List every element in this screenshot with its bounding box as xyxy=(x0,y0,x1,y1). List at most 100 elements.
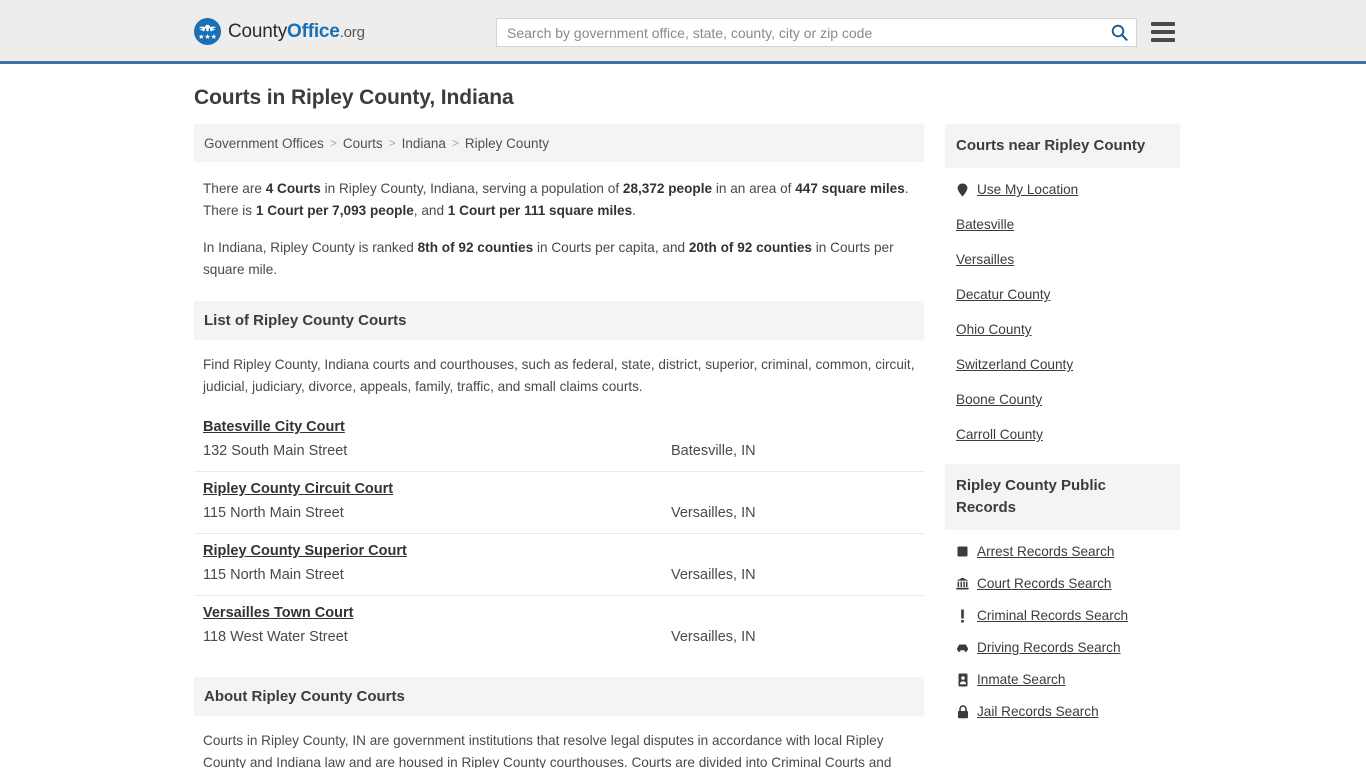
main-column: Government Offices > Courts > Indiana > … xyxy=(194,124,924,768)
exclamation-icon xyxy=(956,608,969,623)
sidebar-item-switzerland-county[interactable]: Switzerland County xyxy=(956,357,1169,372)
court-detail: 115 North Main Street Versailles, IN xyxy=(203,567,915,583)
site-logo[interactable]: ★★★ CountyOffice.org xyxy=(194,18,365,45)
list-section-description-wrap: Find Ripley County, Indiana courts and c… xyxy=(194,340,924,398)
court-list: Batesville City Court 132 South Main Str… xyxy=(194,410,924,657)
search-button[interactable] xyxy=(1102,19,1136,46)
logo-county-text: County xyxy=(228,20,288,42)
id-badge-icon xyxy=(956,672,969,687)
sidebar-public-records-list: Arrest Records Search Court Records Sear… xyxy=(945,530,1180,719)
sidebar-link-label: Criminal Records Search xyxy=(977,608,1129,623)
search-box[interactable] xyxy=(496,18,1137,47)
intro-text: In Indiana, Ripley County is ranked xyxy=(203,240,418,255)
sidebar-item-use-my-location[interactable]: Use My Location xyxy=(956,182,1169,197)
sidebar-item-driving-records-search[interactable]: Driving Records Search xyxy=(956,640,1169,655)
court-address: 115 North Main Street xyxy=(203,567,344,583)
sidebar-link-label: Carroll County xyxy=(956,427,1043,442)
court-address: 132 South Main Street xyxy=(203,443,348,459)
fingerprint-icon xyxy=(956,544,969,559)
sidebar-item-decatur-county[interactable]: Decatur County xyxy=(956,287,1169,302)
about-section-body: Courts in Ripley County, IN are governme… xyxy=(194,716,924,768)
court-name-link[interactable]: Batesville City Court xyxy=(203,419,345,435)
breadcrumb-separator: > xyxy=(329,136,337,150)
search-icon xyxy=(1111,24,1128,41)
stat-court-count: 4 Courts xyxy=(265,181,321,196)
breadcrumb-separator: > xyxy=(451,136,459,150)
sidebar-link-label: Switzerland County xyxy=(956,357,1074,372)
sidebar-link-label: Jail Records Search xyxy=(977,704,1099,719)
court-address: 118 West Water Street xyxy=(203,629,348,645)
search-input[interactable] xyxy=(497,19,1102,46)
sidebar-link-label: Batesville xyxy=(956,217,1015,232)
sidebar-public-records-block: Ripley County Public Records Arrest Reco… xyxy=(945,464,1180,719)
sidebar-item-ohio-county[interactable]: Ohio County xyxy=(956,322,1169,337)
logo-org-text: .org xyxy=(339,23,365,41)
court-name-link[interactable]: Ripley County Superior Court xyxy=(203,543,407,559)
sidebar-link-label: Boone County xyxy=(956,392,1043,407)
sidebar-link-label: Versailles xyxy=(956,252,1015,267)
sidebar-link-label: Court Records Search xyxy=(977,576,1112,591)
court-detail: 132 South Main Street Batesville, IN xyxy=(203,443,915,459)
site-header: ★★★ CountyOffice.org xyxy=(0,0,1366,64)
logo-office-text: Office xyxy=(287,20,340,42)
car-icon xyxy=(956,640,969,655)
map-pin-icon xyxy=(956,182,969,197)
content-columns: Government Offices > Courts > Indiana > … xyxy=(194,124,1180,768)
page-title: Courts in Ripley County, Indiana xyxy=(194,86,514,109)
stat-area: 447 square miles xyxy=(795,181,905,196)
court-list-item[interactable]: Ripley County Superior Court 115 North M… xyxy=(194,534,924,596)
hamburger-menu-button[interactable] xyxy=(1151,20,1175,44)
court-name-link[interactable]: Versailles Town Court xyxy=(203,605,353,621)
sidebar-item-versailles[interactable]: Versailles xyxy=(956,252,1169,267)
intro-statistics: There are 4 Courts in Ripley County, Ind… xyxy=(194,162,924,281)
court-city-state: Batesville, IN xyxy=(671,443,756,459)
court-name-link[interactable]: Ripley County Circuit Court xyxy=(203,481,393,497)
court-city-state: Versailles, IN xyxy=(671,629,756,645)
sidebar-link-label: Use My Location xyxy=(977,182,1079,197)
breadcrumb: Government Offices > Courts > Indiana > … xyxy=(194,124,924,162)
list-section-heading: List of Ripley County Courts xyxy=(194,301,924,340)
sidebar-item-boone-county[interactable]: Boone County xyxy=(956,392,1169,407)
sidebar-item-court-records-search[interactable]: Court Records Search xyxy=(956,576,1169,591)
sidebar-link-label: Driving Records Search xyxy=(977,640,1121,655)
breadcrumb-separator: > xyxy=(388,136,396,150)
logo-wordmark: CountyOffice.org xyxy=(228,21,365,43)
sidebar-link-label: Inmate Search xyxy=(977,672,1066,687)
hamburger-bar xyxy=(1151,30,1175,34)
stat-rank-per-square-mile: 20th of 92 counties xyxy=(688,240,812,255)
courthouse-icon xyxy=(956,576,969,591)
sidebar-link-label: Decatur County xyxy=(956,287,1051,302)
sidebar-item-criminal-records-search[interactable]: Criminal Records Search xyxy=(956,608,1169,623)
breadcrumb-item-indiana[interactable]: Indiana xyxy=(402,136,446,151)
intro-paragraph-ranking: In Indiana, Ripley County is ranked 8th … xyxy=(203,237,915,281)
sidebar-item-batesville[interactable]: Batesville xyxy=(956,217,1169,232)
lock-icon xyxy=(956,704,969,719)
intro-text: in an area of xyxy=(712,181,796,196)
court-detail: 115 North Main Street Versailles, IN xyxy=(203,505,915,521)
intro-text: in Courts per capita, and xyxy=(533,240,689,255)
logo-eagle-icon: ★★★ xyxy=(194,18,221,45)
hamburger-bar xyxy=(1151,38,1175,42)
about-section-text: Courts in Ripley County, IN are governme… xyxy=(203,733,892,768)
logo-stars: ★★★ xyxy=(198,33,217,41)
sidebar-nearby-heading: Courts near Ripley County xyxy=(945,124,1180,168)
about-section-heading: About Ripley County Courts xyxy=(194,677,924,716)
court-address: 115 North Main Street xyxy=(203,505,344,521)
breadcrumb-item-courts[interactable]: Courts xyxy=(343,136,383,151)
court-list-item[interactable]: Versailles Town Court 118 West Water Str… xyxy=(194,596,924,657)
sidebar-item-arrest-records-search[interactable]: Arrest Records Search xyxy=(956,544,1169,559)
breadcrumb-item-ripley-county[interactable]: Ripley County xyxy=(465,136,549,151)
intro-text: . xyxy=(632,203,636,218)
court-list-item[interactable]: Ripley County Circuit Court 115 North Ma… xyxy=(194,472,924,534)
breadcrumb-item-government-offices[interactable]: Government Offices xyxy=(204,136,324,151)
intro-paragraph-counts: There are 4 Courts in Ripley County, Ind… xyxy=(203,178,915,222)
stat-court-per-area: 1 Court per 111 square miles xyxy=(447,203,633,218)
sidebar-item-jail-records-search[interactable]: Jail Records Search xyxy=(956,704,1169,719)
sidebar-item-inmate-search[interactable]: Inmate Search xyxy=(956,672,1169,687)
sidebar-item-carroll-county[interactable]: Carroll County xyxy=(956,427,1169,442)
intro-text: in Ripley County, Indiana, serving a pop… xyxy=(320,181,623,196)
stat-court-per-people: 1 Court per 7,093 people xyxy=(255,203,414,218)
court-list-item[interactable]: Batesville City Court 132 South Main Str… xyxy=(194,410,924,472)
court-city-state: Versailles, IN xyxy=(671,567,756,583)
sidebar: Courts near Ripley County Use My Locatio… xyxy=(945,124,1180,736)
